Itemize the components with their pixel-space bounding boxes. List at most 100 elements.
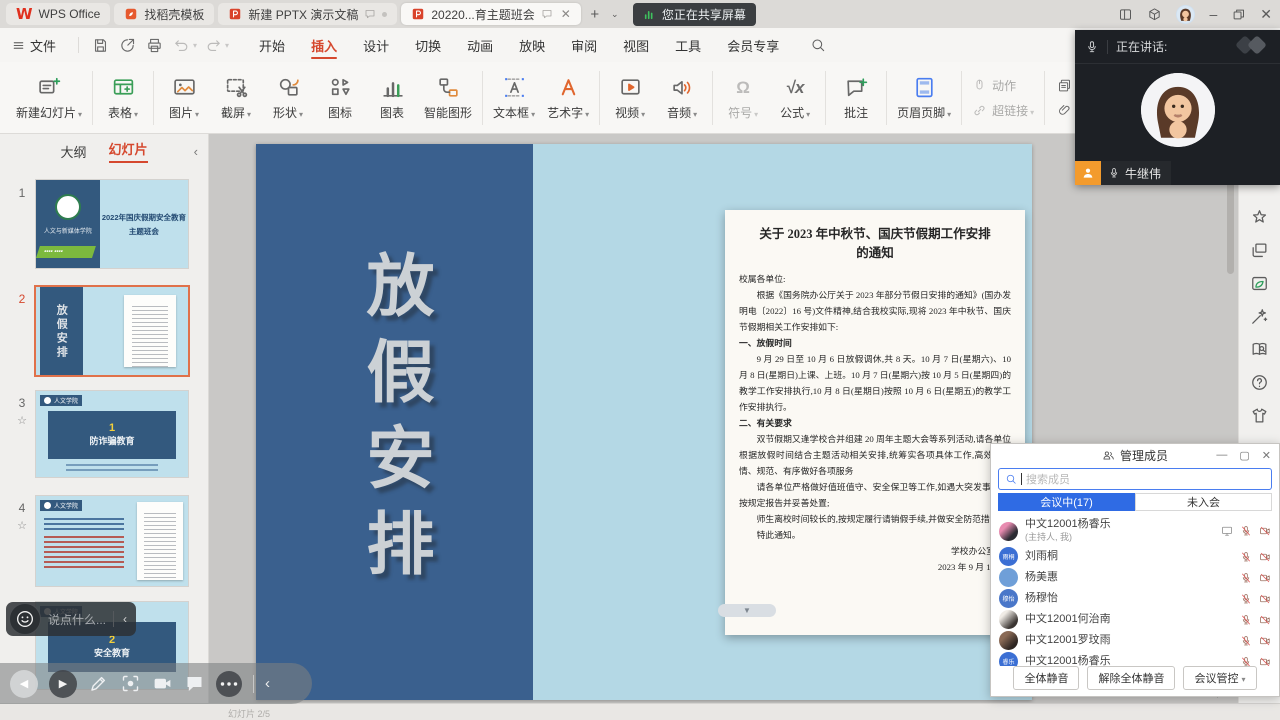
help-icon[interactable] [1250,373,1269,392]
ribbon-公式[interactable]: √x公式▾ [769,72,821,124]
member-action-会议管控[interactable]: 会议管控 ▾ [1183,666,1256,690]
tab-in-meeting[interactable]: 会议中(17) [998,493,1135,511]
skin-icon[interactable] [1250,406,1269,425]
menu-tab-会员专享[interactable]: 会员专享 [714,28,792,62]
member-search-input[interactable]: 搜索成员 [998,468,1272,490]
menu-tab-切换[interactable]: 切换 [402,28,454,62]
slide-thumbnail-4[interactable]: 人文学院 [36,496,188,586]
capture-icon[interactable] [120,673,141,694]
slide-sorter-icon[interactable] [1250,241,1269,260]
object-icon [1057,78,1072,93]
ribbon-截屏[interactable]: 截屏▾ [210,72,262,124]
maximize-panel-button[interactable]: ▢ [1239,449,1249,462]
video-panel-body [1075,64,1280,147]
close-panel-button[interactable]: ✕ [1262,449,1271,462]
ribbon-表格[interactable]: 表格▾ [97,72,149,124]
ribbon-形状[interactable]: 形状▾ [262,72,314,124]
minimize-panel-button[interactable]: — [1216,449,1227,461]
cube-icon[interactable] [1147,7,1162,22]
tab-slides[interactable]: 幻灯片 [109,139,148,163]
ribbon-视频[interactable]: 视频▾ [604,72,656,124]
manage-members-panel[interactable]: 管理成员 — ▢ ✕ 搜索成员 会议中(17) 未入会 中文12001杨睿乐(主… [990,443,1280,697]
close-button[interactable]: ✕ [1260,6,1272,23]
member-row[interactable]: 中文12001何治南 [991,609,1279,630]
ribbon-新建幻灯片[interactable]: 新建幻灯片▾ [10,72,88,124]
menu-tab-工具[interactable]: 工具 [662,28,714,62]
resources-icon[interactable] [1250,274,1269,293]
member-row[interactable]: 睿乐中文12001杨睿乐 [991,651,1279,666]
document-tab-new-pptx[interactable]: 新建 PPTX 演示文稿 [218,3,397,25]
menu-tab-放映[interactable]: 放映 [506,28,558,62]
slide-thumbnail-2-selected[interactable]: 放假安排 [36,287,188,375]
search-icon[interactable] [810,37,826,53]
current-slide[interactable]: 放假安排 关于 2023 年中秋节、国庆节假期工作安排的通知 校属各单位:根据《… [256,144,1032,700]
minimize-button[interactable]: – [1209,6,1217,22]
chat-quick-input[interactable]: 说点什么... ‹ [6,602,136,636]
scroll-tab-icon[interactable]: ▼ [718,604,776,617]
slide-thumbnail-1[interactable]: 人文与新媒体学院 ▪▪▪▪ ▪▪▪▪ 2022年国庆假期安全教育 主题班会 [36,180,188,268]
layout-icon[interactable] [1118,7,1133,22]
more-button[interactable] [216,671,242,697]
close-tab-icon[interactable]: ✕ [561,7,571,21]
collapse-panel-icon[interactable]: ‹ [194,144,198,159]
member-row[interactable]: 雨桐刘雨桐 [991,546,1279,567]
menu-tab-开始[interactable]: 开始 [246,28,298,62]
menu-tab-插入[interactable]: 插入 [298,28,350,62]
print-preview-icon[interactable] [146,37,163,54]
ribbon-页眉页脚[interactable]: 页眉页脚▾ [891,72,957,124]
tab-list-caret-icon[interactable]: ⌄ [605,4,625,24]
docer-template-tab[interactable]: 找稻壳模板 [114,3,214,25]
export-pdf-icon[interactable] [119,37,136,54]
save-icon[interactable] [92,37,109,54]
member-row[interactable]: 中文12001罗玟雨 [991,630,1279,651]
member-row[interactable]: 中文12001杨睿乐(主持人, 我) [991,516,1279,546]
member-row[interactable]: 杨美惠 [991,567,1279,588]
camera-icon[interactable] [152,673,173,694]
lookup-icon[interactable] [1250,340,1269,359]
menu-tab-审阅[interactable]: 审阅 [558,28,610,62]
document-tab-current[interactable]: 20220...育主题班会 ✕ [401,3,580,25]
group-divider [1044,71,1045,125]
slide-thumbnail-3[interactable]: 人文学院 1 防诈骗教育 [36,391,188,477]
ribbon-文本框[interactable]: 文本框▾ [487,72,541,124]
new-tab-button[interactable]: + [585,4,605,24]
menu-tab-视图[interactable]: 视图 [610,28,662,62]
ribbon-符号[interactable]: Ω符号▾ [717,72,769,124]
member-row[interactable]: 穆怡杨穆怡 [991,588,1279,609]
restore-button[interactable] [1231,7,1246,22]
user-avatar[interactable] [1176,5,1195,24]
member-action-全体静音[interactable]: 全体静音 [1013,666,1079,690]
ribbon-艺术字[interactable]: 艺术字▾ [541,72,595,124]
undo-icon[interactable] [173,37,190,54]
beautify-icon[interactable] [1250,307,1269,326]
redo-caret-icon[interactable]: ▾ [225,41,229,50]
favorites-icon[interactable] [1250,208,1269,227]
ribbon-图标[interactable]: 图标 [314,72,366,124]
ribbon-音频[interactable]: 音频▾ [656,72,708,124]
menu-tab-设计[interactable]: 设计 [350,28,402,62]
collapse-chat-icon[interactable]: ‹ [114,612,136,626]
ribbon-批注[interactable]: 批注 [830,72,882,124]
ribbon-图片[interactable]: 图片▾ [158,72,210,124]
undo-caret-icon[interactable]: ▾ [193,41,197,50]
tab-not-joined[interactable]: 未入会 [1135,493,1272,511]
pen-icon[interactable] [88,673,109,694]
ribbon-图表[interactable]: 图表 [366,72,418,124]
play-button[interactable]: ▶ [49,670,77,698]
wps-home-tab[interactable]: W WPS Office [6,3,110,25]
redo-icon[interactable] [205,37,222,54]
meeting-video-panel[interactable]: 正在讲话: 牛继伟 [1075,30,1280,185]
previous-button[interactable]: ◀ [10,670,38,698]
tab-outline[interactable]: 大纲 [60,142,86,161]
member-action-解除全体静音[interactable]: 解除全体静音 [1087,666,1175,690]
file-menu-button[interactable]: 文件 [12,36,56,55]
ribbon-智能图形[interactable]: 智能图形 [418,72,478,124]
collapse-toolbar-icon[interactable]: ‹ [265,675,270,692]
menu-tab-动画[interactable]: 动画 [454,28,506,62]
ribbon-动作[interactable]: 动作 [972,77,1034,94]
ribbon-超链接[interactable]: 超链接▾ [972,102,1034,119]
message-icon[interactable] [184,673,205,694]
chat-placeholder[interactable]: 说点什么... [41,611,113,628]
topic-number: 2 [109,635,115,646]
notice-document-image[interactable]: 关于 2023 年中秋节、国庆节假期工作安排的通知 校属各单位:根据《国务院办公… [725,210,1025,635]
